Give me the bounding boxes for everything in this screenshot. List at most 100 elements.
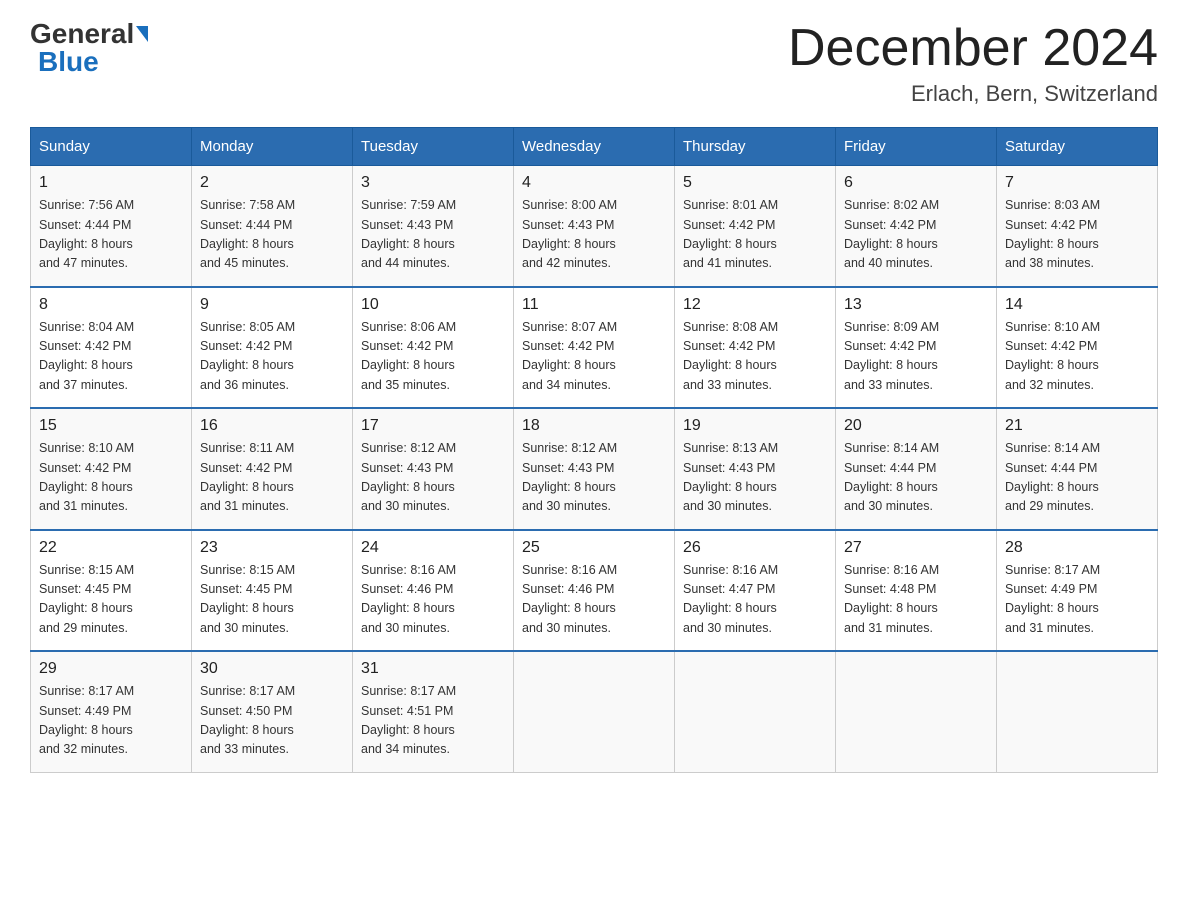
day-info: Sunrise: 8:05 AM Sunset: 4:42 PM Dayligh… [200,318,344,396]
calendar-table: Sunday Monday Tuesday Wednesday Thursday… [30,127,1158,773]
calendar-day-cell: 26 Sunrise: 8:16 AM Sunset: 4:47 PM Dayl… [675,530,836,652]
calendar-day-cell [675,651,836,772]
day-info: Sunrise: 8:12 AM Sunset: 4:43 PM Dayligh… [522,439,666,517]
day-info: Sunrise: 8:16 AM Sunset: 4:46 PM Dayligh… [522,561,666,639]
day-info: Sunrise: 8:17 AM Sunset: 4:49 PM Dayligh… [39,682,183,760]
calendar-day-cell: 2 Sunrise: 7:58 AM Sunset: 4:44 PM Dayli… [192,166,353,287]
day-number: 29 [39,660,183,678]
day-info: Sunrise: 8:14 AM Sunset: 4:44 PM Dayligh… [1005,439,1149,517]
calendar-day-cell: 21 Sunrise: 8:14 AM Sunset: 4:44 PM Dayl… [997,408,1158,530]
calendar-week-row: 22 Sunrise: 8:15 AM Sunset: 4:45 PM Dayl… [31,530,1158,652]
day-number: 14 [1005,296,1149,314]
day-number: 19 [683,417,827,435]
col-saturday: Saturday [997,128,1158,166]
day-info: Sunrise: 7:59 AM Sunset: 4:43 PM Dayligh… [361,196,505,274]
logo-blue-text: Blue [38,48,99,76]
calendar-day-cell: 9 Sunrise: 8:05 AM Sunset: 4:42 PM Dayli… [192,287,353,409]
calendar-day-cell: 30 Sunrise: 8:17 AM Sunset: 4:50 PM Dayl… [192,651,353,772]
calendar-day-cell: 12 Sunrise: 8:08 AM Sunset: 4:42 PM Dayl… [675,287,836,409]
calendar-day-cell: 29 Sunrise: 8:17 AM Sunset: 4:49 PM Dayl… [31,651,192,772]
calendar-day-cell: 11 Sunrise: 8:07 AM Sunset: 4:42 PM Dayl… [514,287,675,409]
calendar-day-cell: 17 Sunrise: 8:12 AM Sunset: 4:43 PM Dayl… [353,408,514,530]
day-info: Sunrise: 8:15 AM Sunset: 4:45 PM Dayligh… [39,561,183,639]
day-info: Sunrise: 8:09 AM Sunset: 4:42 PM Dayligh… [844,318,988,396]
calendar-day-cell: 25 Sunrise: 8:16 AM Sunset: 4:46 PM Dayl… [514,530,675,652]
calendar-day-cell: 18 Sunrise: 8:12 AM Sunset: 4:43 PM Dayl… [514,408,675,530]
day-number: 27 [844,539,988,557]
day-number: 23 [200,539,344,557]
day-number: 1 [39,174,183,192]
calendar-day-cell: 3 Sunrise: 7:59 AM Sunset: 4:43 PM Dayli… [353,166,514,287]
day-number: 5 [683,174,827,192]
day-info: Sunrise: 7:58 AM Sunset: 4:44 PM Dayligh… [200,196,344,274]
day-info: Sunrise: 8:00 AM Sunset: 4:43 PM Dayligh… [522,196,666,274]
day-number: 12 [683,296,827,314]
calendar-day-cell: 20 Sunrise: 8:14 AM Sunset: 4:44 PM Dayl… [836,408,997,530]
calendar-day-cell: 28 Sunrise: 8:17 AM Sunset: 4:49 PM Dayl… [997,530,1158,652]
day-info: Sunrise: 8:11 AM Sunset: 4:42 PM Dayligh… [200,439,344,517]
col-thursday: Thursday [675,128,836,166]
calendar-day-cell [997,651,1158,772]
day-info: Sunrise: 8:15 AM Sunset: 4:45 PM Dayligh… [200,561,344,639]
calendar-day-cell: 1 Sunrise: 7:56 AM Sunset: 4:44 PM Dayli… [31,166,192,287]
day-info: Sunrise: 8:07 AM Sunset: 4:42 PM Dayligh… [522,318,666,396]
day-info: Sunrise: 8:03 AM Sunset: 4:42 PM Dayligh… [1005,196,1149,274]
calendar-day-cell: 4 Sunrise: 8:00 AM Sunset: 4:43 PM Dayli… [514,166,675,287]
calendar-day-cell: 22 Sunrise: 8:15 AM Sunset: 4:45 PM Dayl… [31,530,192,652]
day-number: 7 [1005,174,1149,192]
calendar-day-cell: 27 Sunrise: 8:16 AM Sunset: 4:48 PM Dayl… [836,530,997,652]
day-number: 11 [522,296,666,314]
day-number: 10 [361,296,505,314]
page-header: General Blue December 2024 Erlach, Bern,… [30,20,1158,107]
col-sunday: Sunday [31,128,192,166]
day-info: Sunrise: 8:10 AM Sunset: 4:42 PM Dayligh… [1005,318,1149,396]
day-number: 25 [522,539,666,557]
day-number: 31 [361,660,505,678]
day-number: 6 [844,174,988,192]
calendar-day-cell: 31 Sunrise: 8:17 AM Sunset: 4:51 PM Dayl… [353,651,514,772]
calendar-week-row: 8 Sunrise: 8:04 AM Sunset: 4:42 PM Dayli… [31,287,1158,409]
day-number: 26 [683,539,827,557]
day-number: 8 [39,296,183,314]
calendar-week-row: 1 Sunrise: 7:56 AM Sunset: 4:44 PM Dayli… [31,166,1158,287]
calendar-day-cell: 24 Sunrise: 8:16 AM Sunset: 4:46 PM Dayl… [353,530,514,652]
calendar-day-cell: 7 Sunrise: 8:03 AM Sunset: 4:42 PM Dayli… [997,166,1158,287]
location-text: Erlach, Bern, Switzerland [788,81,1158,107]
day-number: 13 [844,296,988,314]
day-info: Sunrise: 8:13 AM Sunset: 4:43 PM Dayligh… [683,439,827,517]
calendar-day-cell: 6 Sunrise: 8:02 AM Sunset: 4:42 PM Dayli… [836,166,997,287]
calendar-week-row: 29 Sunrise: 8:17 AM Sunset: 4:49 PM Dayl… [31,651,1158,772]
day-number: 18 [522,417,666,435]
day-info: Sunrise: 8:14 AM Sunset: 4:44 PM Dayligh… [844,439,988,517]
calendar-day-cell: 8 Sunrise: 8:04 AM Sunset: 4:42 PM Dayli… [31,287,192,409]
logo-triangle-icon [136,26,148,42]
col-monday: Monday [192,128,353,166]
day-info: Sunrise: 8:02 AM Sunset: 4:42 PM Dayligh… [844,196,988,274]
day-info: Sunrise: 8:16 AM Sunset: 4:47 PM Dayligh… [683,561,827,639]
logo-general-text: General [30,20,134,48]
header-row: Sunday Monday Tuesday Wednesday Thursday… [31,128,1158,166]
calendar-week-row: 15 Sunrise: 8:10 AM Sunset: 4:42 PM Dayl… [31,408,1158,530]
day-number: 20 [844,417,988,435]
calendar-day-cell: 10 Sunrise: 8:06 AM Sunset: 4:42 PM Dayl… [353,287,514,409]
col-wednesday: Wednesday [514,128,675,166]
day-info: Sunrise: 8:04 AM Sunset: 4:42 PM Dayligh… [39,318,183,396]
day-number: 24 [361,539,505,557]
calendar-day-cell [514,651,675,772]
calendar-day-cell: 23 Sunrise: 8:15 AM Sunset: 4:45 PM Dayl… [192,530,353,652]
day-info: Sunrise: 8:16 AM Sunset: 4:48 PM Dayligh… [844,561,988,639]
day-info: Sunrise: 8:17 AM Sunset: 4:50 PM Dayligh… [200,682,344,760]
day-info: Sunrise: 8:17 AM Sunset: 4:51 PM Dayligh… [361,682,505,760]
day-number: 22 [39,539,183,557]
calendar-day-cell: 15 Sunrise: 8:10 AM Sunset: 4:42 PM Dayl… [31,408,192,530]
day-info: Sunrise: 8:08 AM Sunset: 4:42 PM Dayligh… [683,318,827,396]
calendar-day-cell: 14 Sunrise: 8:10 AM Sunset: 4:42 PM Dayl… [997,287,1158,409]
day-number: 17 [361,417,505,435]
month-title: December 2024 [788,20,1158,77]
day-number: 16 [200,417,344,435]
day-number: 3 [361,174,505,192]
day-info: Sunrise: 8:01 AM Sunset: 4:42 PM Dayligh… [683,196,827,274]
day-info: Sunrise: 8:16 AM Sunset: 4:46 PM Dayligh… [361,561,505,639]
day-number: 21 [1005,417,1149,435]
title-section: December 2024 Erlach, Bern, Switzerland [788,20,1158,107]
